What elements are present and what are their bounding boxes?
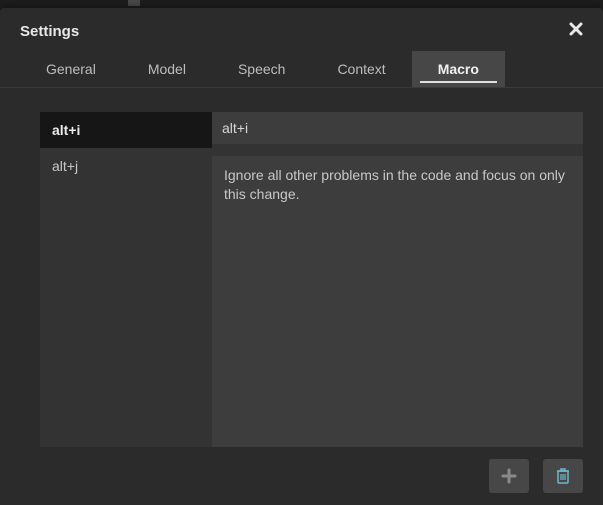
close-icon — [569, 22, 583, 36]
trash-icon — [555, 467, 571, 485]
tab-macro[interactable]: Macro — [412, 51, 505, 87]
macro-list-item[interactable]: alt+i — [40, 112, 212, 148]
plus-icon — [501, 468, 517, 484]
macro-editor-row: alt+i alt+j — [40, 112, 583, 447]
macro-detail — [212, 112, 583, 447]
macro-name-input[interactable] — [212, 112, 583, 144]
settings-modal: Settings General Model Speech Context Ma… — [0, 8, 603, 505]
delete-macro-button[interactable] — [543, 459, 583, 493]
tab-model[interactable]: Model — [122, 51, 212, 87]
macro-panel: alt+i alt+j — [0, 88, 603, 505]
macro-body-textarea[interactable] — [212, 156, 583, 447]
macro-list-item[interactable]: alt+j — [40, 148, 212, 184]
tab-general[interactable]: General — [20, 51, 122, 87]
close-button[interactable] — [569, 22, 583, 41]
modal-header: Settings — [0, 8, 603, 51]
modal-title: Settings — [20, 23, 79, 40]
add-macro-button[interactable] — [489, 459, 529, 493]
macro-action-row — [40, 447, 583, 493]
window-tab-accent — [128, 0, 140, 6]
tab-speech[interactable]: Speech — [212, 51, 311, 87]
tab-bar: General Model Speech Context Macro — [0, 51, 603, 88]
macro-list: alt+i alt+j — [40, 112, 212, 447]
tab-context[interactable]: Context — [311, 51, 411, 87]
